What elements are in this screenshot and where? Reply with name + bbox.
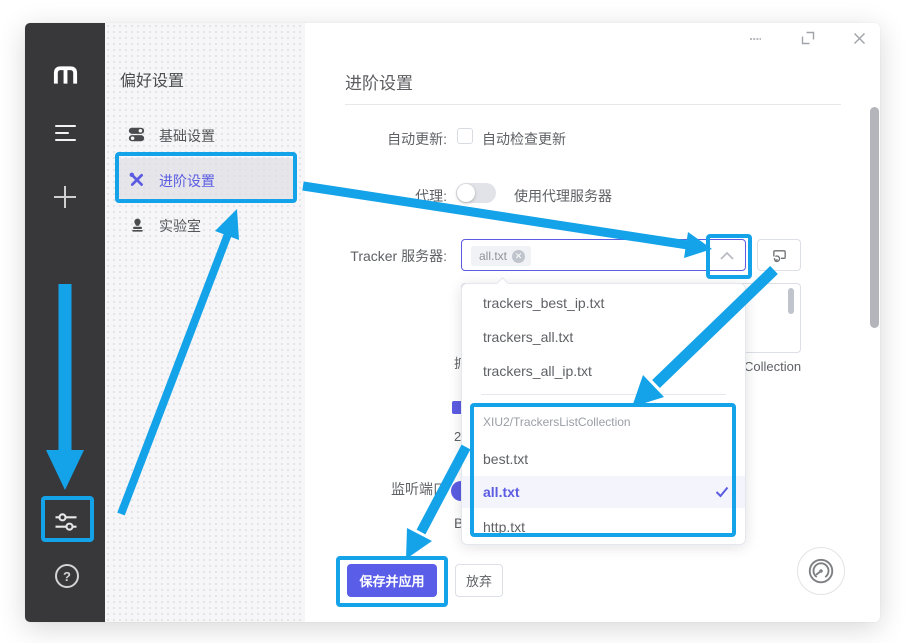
app-window: ? 偏好设置 基础设置: [25, 23, 880, 622]
dropdown-item-label: http.txt: [483, 519, 525, 535]
dropdown-item-label: best.txt: [483, 451, 528, 467]
speed-gauge-button[interactable]: [797, 547, 845, 595]
tracker-server-label: Tracker 服务器:: [147, 246, 447, 266]
tracker-select[interactable]: all.txt ✕: [461, 239, 746, 271]
preferences-title: 偏好设置: [120, 67, 184, 91]
auto-update-checkbox[interactable]: [457, 128, 473, 144]
preferences-panel: 偏好设置 基础设置: [105, 23, 305, 622]
page-title: 进阶设置: [345, 69, 413, 94]
tracker-source-link-fragment[interactable]: Collection: [744, 359, 801, 374]
dropdown-item-label: all.txt: [483, 484, 520, 500]
chevron-up-icon[interactable]: [719, 249, 735, 267]
proxy-toggle[interactable]: [456, 183, 496, 203]
sync-trackers-button[interactable]: [757, 239, 801, 271]
auto-update-label: 自动更新:: [147, 129, 447, 149]
dropdown-item-label: trackers_all_ip.txt: [483, 363, 592, 379]
toggle-knob: [457, 184, 475, 202]
gauge-icon: [806, 556, 836, 586]
minimize-button[interactable]: [747, 30, 763, 46]
dropdown-item[interactable]: trackers_best_ip.txt: [462, 286, 745, 320]
add-task-icon[interactable]: [54, 186, 76, 208]
tools-icon: [128, 171, 145, 191]
auto-update-checkbox-label: 自动检查更新: [482, 129, 566, 149]
check-icon: [715, 485, 729, 501]
motrix-logo-icon: [52, 63, 79, 92]
sidebar-item-lab[interactable]: 实验室: [130, 216, 201, 236]
tracker-dropdown: trackers_best_ip.txt trackers_all.txt tr…: [461, 283, 746, 545]
main-scrollbar[interactable]: [870, 107, 879, 328]
proxy-label: 代理:: [147, 186, 447, 206]
textarea-scrollbar[interactable]: [788, 288, 794, 314]
dropdown-item[interactable]: trackers_all.txt: [462, 320, 745, 354]
task-list-icon[interactable]: [55, 125, 76, 144]
listen-port-label: 监听端口: [147, 479, 447, 499]
dropdown-item-selected[interactable]: all.txt: [462, 476, 745, 508]
dropdown-item[interactable]: http.txt: [462, 510, 745, 544]
tracker-tag: all.txt ✕: [471, 246, 531, 266]
close-button[interactable]: [851, 30, 867, 46]
dropdown-item[interactable]: best.txt: [462, 442, 745, 476]
dropdown-item-label: trackers_all.txt: [483, 329, 573, 345]
tag-close-icon[interactable]: ✕: [512, 250, 525, 263]
sidebar-item-label: 实验室: [159, 216, 201, 236]
dropdown-item-label: trackers_best_ip.txt: [483, 295, 604, 311]
toggles-icon: [128, 126, 145, 146]
tracker-tag-label: all.txt: [479, 249, 507, 263]
proxy-toggle-label: 使用代理服务器: [514, 186, 612, 206]
lab-stamp-icon: [130, 217, 145, 236]
discard-button[interactable]: 放弃: [455, 564, 503, 597]
dropdown-group-label: XIU2/TrackersListCollection: [483, 415, 631, 429]
save-apply-button[interactable]: 保存并应用: [347, 564, 437, 597]
app-sidebar: ?: [25, 23, 105, 622]
title-divider: [345, 104, 841, 105]
help-icon[interactable]: ?: [55, 564, 79, 588]
maximize-button[interactable]: [800, 30, 816, 46]
preferences-sliders-icon[interactable]: [52, 508, 80, 536]
dropdown-item[interactable]: trackers_all_ip.txt: [462, 354, 745, 388]
dropdown-divider: [481, 394, 726, 395]
